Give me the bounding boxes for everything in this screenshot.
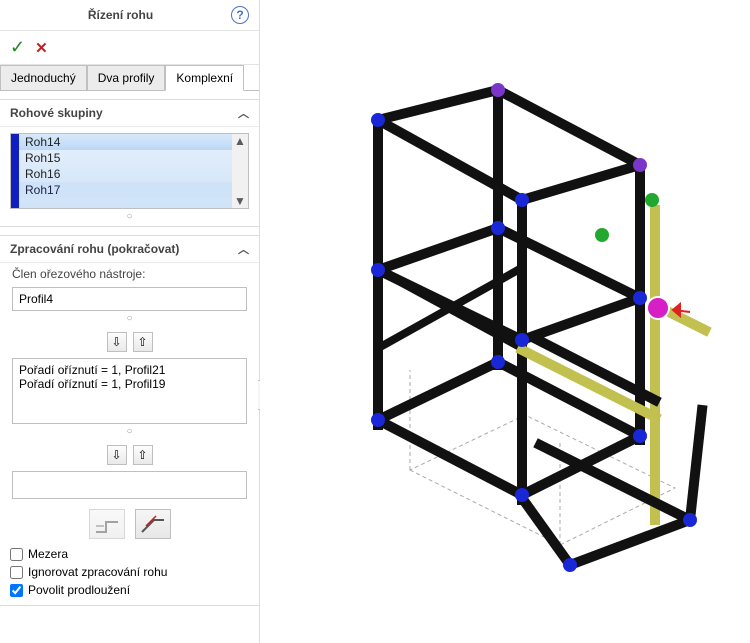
check-gap-input[interactable] [10, 548, 23, 561]
section-title-process: Zpracování rohu (pokračovat) [10, 242, 238, 256]
ok-button[interactable]: ✓ [10, 37, 25, 58]
confirm-row: ✓ ✕ [0, 31, 259, 65]
section-corner-groups: Rohové skupiny ︿ Roh14 Roh15 Roh16 Roh17… [0, 99, 259, 227]
cancel-button[interactable]: ✕ [35, 37, 48, 58]
secondary-field[interactable] [12, 471, 247, 499]
tabs: Jednoduchý Dva profily Komplexní [0, 65, 259, 91]
check-ignore[interactable]: Ignorovat zpracování rohu [10, 565, 249, 579]
section-handle: ○ [0, 426, 259, 441]
corner-groups-listbox[interactable]: Roh14 Roh15 Roh16 Roh17 ▲ ▼ [10, 133, 249, 209]
panel-header: Řízení rohu ? [0, 0, 259, 31]
listbox-color-indicator [11, 134, 19, 208]
arrow-up-button[interactable]: ⇧ [133, 445, 153, 465]
check-allow-extend-input[interactable] [10, 584, 23, 597]
section-title-groups: Rohové skupiny [10, 106, 238, 120]
order-item[interactable]: Pořadí oříznutí = 1, Profil21 [19, 363, 240, 377]
check-allow-extend[interactable]: Povolit prodloužení [10, 583, 249, 597]
panel-content: Rohové skupiny ︿ Roh14 Roh15 Roh16 Roh17… [0, 91, 259, 643]
section-header-process[interactable]: Zpracování rohu (pokračovat) ︿ [0, 236, 259, 263]
section-handle: ○ [0, 313, 259, 328]
check-allow-extend-label: Povolit prodloužení [28, 583, 130, 597]
arrow-up-button[interactable]: ⇧ [133, 332, 153, 352]
tab-simple[interactable]: Jednoduchý [0, 65, 87, 91]
check-gap[interactable]: Mezera [10, 547, 249, 561]
panel-title: Řízení rohu [10, 8, 231, 22]
member-label: Člen ořezového nástroje: [0, 263, 259, 285]
scroll-down-button[interactable]: ▼ [232, 194, 248, 208]
property-panel: Řízení rohu ? ✓ ✕ Jednoduchý Dva profily… [0, 0, 260, 643]
corner-type-buttons [0, 501, 259, 543]
help-icon[interactable]: ? [231, 6, 249, 24]
list-item[interactable]: Roh16 [19, 166, 232, 182]
move-arrows: ⇩ ⇧ [0, 328, 259, 356]
listbox-items[interactable]: Roh14 Roh15 Roh16 Roh17 [19, 134, 232, 208]
section-handle: ○ [0, 211, 259, 226]
list-item[interactable]: Roh14 [19, 134, 232, 150]
arrow-down-button[interactable]: ⇩ [107, 445, 127, 465]
member-value: Profil4 [19, 292, 53, 306]
order-item[interactable]: Pořadí oříznutí = 1, Profil19 [19, 377, 240, 391]
3d-viewport[interactable] [260, 0, 750, 643]
list-item[interactable]: Roh17 [19, 182, 232, 198]
check-ignore-label: Ignorovat zpracování rohu [28, 565, 167, 579]
section-corner-process: Zpracování rohu (pokračovat) ︿ Člen ořez… [0, 235, 259, 606]
arrow-down-button[interactable]: ⇩ [107, 332, 127, 352]
tab-two-profiles[interactable]: Dva profily [87, 65, 166, 91]
list-item[interactable]: Roh15 [19, 150, 232, 166]
scroll-up-button[interactable]: ▲ [232, 134, 248, 148]
corner-type-a-button[interactable] [89, 509, 125, 539]
member-field[interactable]: Profil4 [12, 287, 247, 311]
chevron-up-icon: ︿ [238, 105, 249, 121]
corner-type-b-button[interactable] [135, 509, 171, 539]
secondary-arrows: ⇩ ⇧ [0, 441, 259, 469]
check-gap-label: Mezera [28, 547, 68, 561]
section-header-groups[interactable]: Rohové skupiny ︿ [0, 100, 259, 127]
listbox-scrollbar[interactable]: ▲ ▼ [232, 134, 248, 208]
trim-order-list[interactable]: Pořadí oříznutí = 1, Profil21 Pořadí oří… [12, 358, 247, 424]
tab-complex[interactable]: Komplexní [165, 65, 244, 91]
chevron-up-icon: ︿ [238, 241, 249, 257]
model-render [260, 0, 750, 643]
check-ignore-input[interactable] [10, 566, 23, 579]
options-checks: Mezera Ignorovat zpracování rohu Povolit… [0, 543, 259, 605]
